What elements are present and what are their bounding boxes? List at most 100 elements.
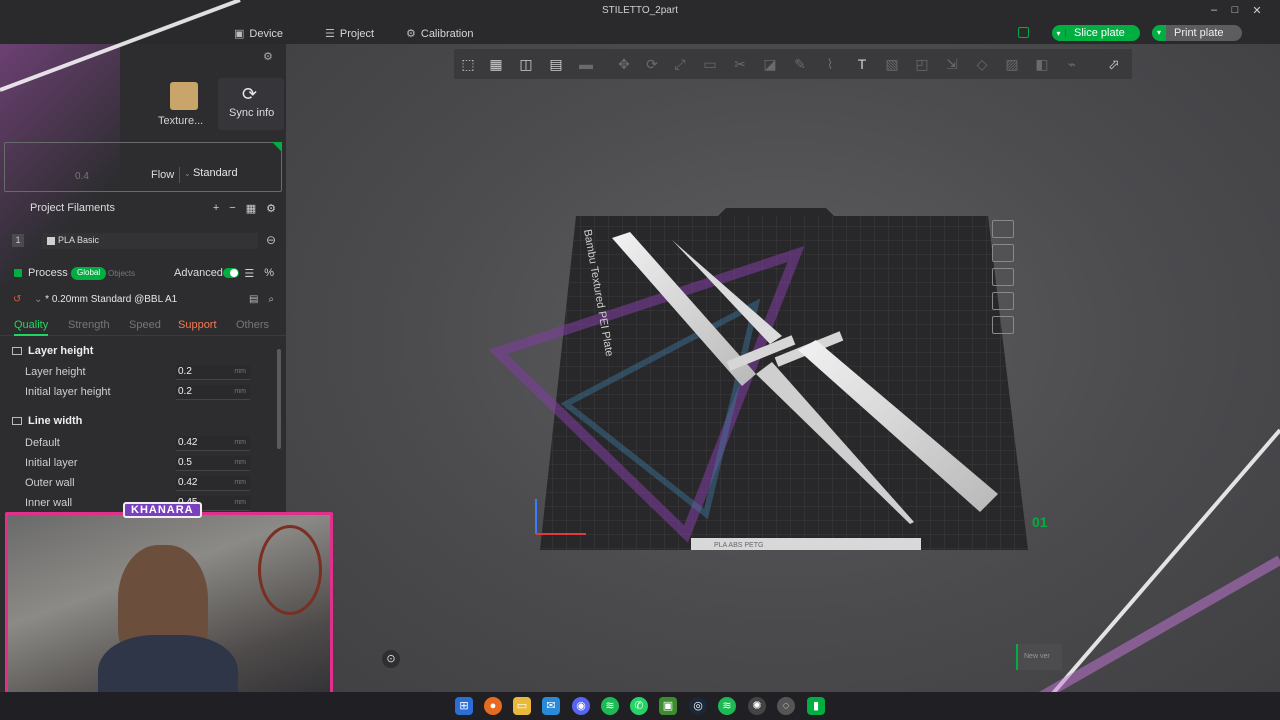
reset-icon[interactable]: ↺ (13, 294, 21, 305)
param-label: Inner wall (25, 497, 73, 509)
search-icon[interactable]: ⌕ (268, 294, 274, 305)
group-line-width-title: Line width (28, 415, 83, 427)
param-value: 0.42 (178, 437, 198, 448)
param-input[interactable]: 0.42 mm (176, 476, 250, 491)
tab-calibration-label: Calibration (420, 27, 474, 40)
process-preset-select[interactable]: ⌄ * 0.20mm Standard @BBL A1 (34, 294, 177, 305)
3d-viewport[interactable]: ⬚ ▦ ◫ ▤ ▬ ✥ ⟳ ⤢ ▭ ✂ ◪ ✎ ⌇ T ▧ ◰ ⇲ ◇ ▨ ◧ … (286, 44, 1280, 692)
percent-icon[interactable]: % (264, 267, 274, 280)
plate-sidebar-icon[interactable] (1018, 27, 1029, 38)
texture-label: Texture... (158, 115, 204, 127)
slice-plate-button[interactable]: ▾ Slice plate (1052, 25, 1140, 41)
new-version-notice[interactable]: New ver (1016, 644, 1062, 670)
process-preset-name: * 0.20mm Standard @BBL A1 (45, 294, 178, 305)
minecraft-icon[interactable]: ▣ (659, 697, 677, 715)
tab-speed[interactable]: Speed (129, 319, 161, 331)
obs-icon[interactable]: ◌ (777, 697, 795, 715)
filament-select[interactable]: PLA Basic (42, 233, 258, 249)
gear-icon[interactable]: ⚙ (263, 50, 273, 63)
list-icon[interactable]: ☰ (244, 267, 254, 280)
steam-icon[interactable]: ◎ (689, 697, 707, 715)
outlook-icon[interactable]: ✉ (542, 697, 560, 715)
streamer-tag: KHANARA (123, 502, 202, 518)
flow-label: Flow (151, 169, 175, 181)
param-value: 0.42 (178, 477, 198, 488)
param-input[interactable]: 0.5 mm (176, 456, 250, 471)
chevron-down-icon[interactable]: ▾ (1052, 28, 1066, 38)
filament-manager-icon[interactable]: ▦ (246, 202, 256, 215)
param-unit: mm (234, 459, 246, 466)
calibration-icon: ⚙ (406, 28, 416, 40)
param-value: 0.5 (178, 457, 192, 468)
tab-strength[interactable]: Strength (68, 319, 110, 331)
process-preset-row: ↺ ⌄ * 0.20mm Standard @BBL A1 ▤ ⌕ (10, 292, 278, 310)
settings-scrollbar[interactable] (277, 349, 281, 449)
lock-plate-icon[interactable] (992, 292, 1014, 310)
param-label: Initial layer (25, 457, 78, 469)
remove-icon[interactable]: − (229, 202, 235, 215)
line-width-icon (12, 417, 22, 425)
window-title: STILETTO_2part (602, 5, 678, 16)
param-value: 0.2 (178, 366, 192, 377)
param-label: Default (25, 437, 60, 449)
camera-icon[interactable]: ⊙ (382, 650, 400, 668)
gear-icon[interactable]: ⚙ (266, 202, 276, 215)
nozzle-settings-box: 0.4 Flow ⌄ Standard (4, 142, 282, 192)
print-plate-button[interactable]: ▾ Print plate (1152, 25, 1242, 41)
chevron-down-icon[interactable]: ▾ (1152, 25, 1166, 41)
flow-select[interactable]: ⌄ Standard (179, 167, 275, 183)
save-icon[interactable]: ▤ (249, 294, 258, 305)
tab-calibration[interactable]: ⚙ Calibration (406, 27, 474, 41)
advanced-toggle[interactable] (223, 268, 239, 278)
close-icon[interactable]: ✕ (1250, 4, 1264, 17)
param-label: Outer wall (25, 477, 75, 489)
project-filaments-header: Project Filaments + − ▦ ⚙ (0, 198, 286, 220)
plate-settings-icon[interactable] (992, 316, 1014, 334)
whatsapp-icon[interactable]: ✆ (630, 697, 648, 715)
windows-start-icon[interactable]: ⊞ (455, 697, 473, 715)
tab-project[interactable]: ☰ Project (325, 27, 374, 41)
filament-color-swatch[interactable] (47, 237, 55, 245)
discord-icon[interactable]: ◉ (572, 697, 590, 715)
group-layer-height-title: Layer height (28, 345, 94, 357)
file-explorer-icon[interactable]: ▭ (513, 697, 531, 715)
global-toggle[interactable]: Global (71, 267, 107, 280)
tab-quality[interactable]: Quality (14, 319, 49, 336)
flow-value: Standard (192, 167, 238, 179)
taskbar: ⊞ ● ▭ ✉ ◉ ≋ ✆ ▣ ◎ ≋ ✺ ◌ ▮ (0, 692, 1280, 720)
chatgpt-icon[interactable]: ✺ (748, 697, 766, 715)
param-input[interactable]: 0.2 mm (176, 365, 250, 380)
sync-icon: ⟳ (242, 84, 258, 104)
orient-plate-icon[interactable] (992, 268, 1014, 286)
sync-info-button[interactable]: ⟳ Sync info (218, 78, 284, 130)
spotify-icon[interactable]: ≋ (601, 697, 619, 715)
group-line-width: Line width (12, 415, 82, 427)
tab-support[interactable]: Support (178, 319, 217, 331)
process-label: Process (28, 267, 68, 279)
plate-side-icons (992, 220, 1014, 340)
close-plate-icon[interactable] (992, 220, 1014, 238)
objects-toggle[interactable]: Objects (108, 269, 135, 278)
filament-texture-swatch[interactable] (170, 82, 198, 110)
param-input[interactable]: 0.2 mm (176, 385, 250, 400)
minimize-icon[interactable]: – (1207, 4, 1221, 16)
param-input[interactable]: 0.42 mm (176, 436, 250, 451)
param-label: Layer height (25, 366, 86, 378)
bambu-studio-icon[interactable]: ▮ (807, 697, 825, 715)
project-filaments-title: Project Filaments (30, 202, 115, 214)
tab-device[interactable]: ▣ Device (234, 27, 283, 41)
add-icon[interactable]: + (213, 202, 219, 215)
param-unit: mm (234, 439, 246, 446)
maximize-icon[interactable]: □ (1228, 4, 1242, 16)
tab-others[interactable]: Others (236, 319, 269, 331)
selected-corner-marker (272, 142, 282, 152)
nozzle-diameter-value[interactable]: 0.4 (75, 171, 89, 182)
filament-row: 1 PLA Basic ⊖ (10, 232, 276, 250)
project-icon: ☰ (325, 28, 335, 40)
plate-filament-text: PLA ABS PETG (714, 542, 763, 549)
arrange-plate-icon[interactable] (992, 244, 1014, 262)
firefox-icon[interactable]: ● (484, 697, 502, 715)
title-bar: STILETTO_2part – □ ✕ (0, 0, 1280, 22)
spotify-icon[interactable]: ≋ (718, 697, 736, 715)
remove-filament-icon[interactable]: ⊖ (266, 233, 276, 247)
